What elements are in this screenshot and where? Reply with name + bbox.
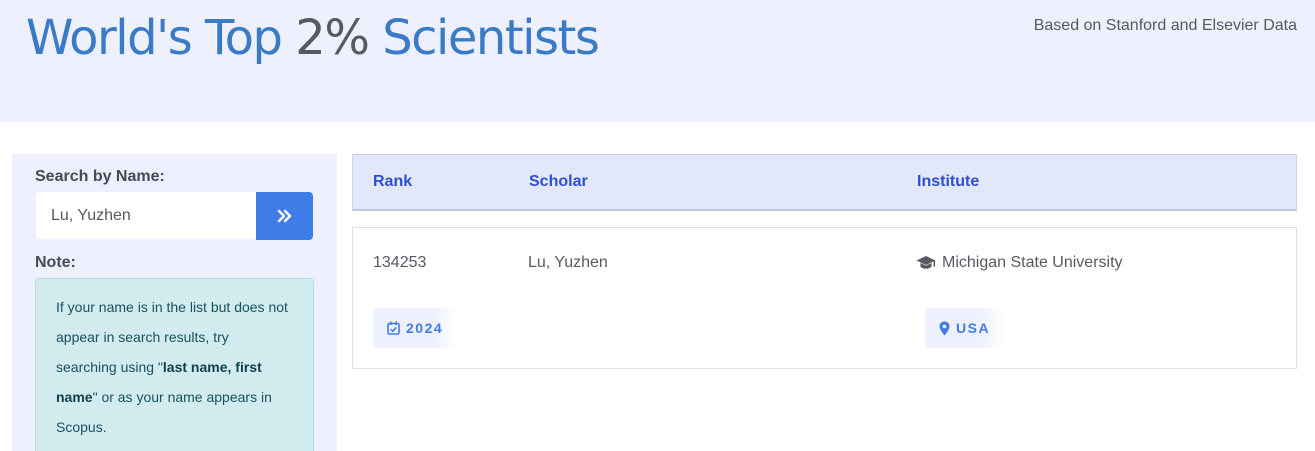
scholar-name-cell: Lu, Yuzhen (528, 254, 608, 271)
column-header-institute: Institute (917, 173, 980, 190)
country-badge: USA (925, 308, 1005, 348)
column-header-scholar: Scholar (529, 173, 588, 190)
note-box: If your name is in the list but does not… (35, 278, 314, 451)
site-title: World's Top 2% Scientists (26, 10, 600, 66)
title-accent: 2% (295, 10, 370, 66)
site-header: World's Top 2% Scientists Based on Stanf… (0, 0, 1315, 122)
table-row[interactable]: 134253 Lu, Yuzhen Michigan State Univers… (352, 227, 1297, 369)
title-part-1: World's Top (26, 10, 296, 66)
results-table-header: Rank Scholar Institute (352, 154, 1297, 211)
search-label: Search by Name: (35, 168, 165, 185)
site-tagline: Based on Stanford and Elsevier Data (1033, 17, 1297, 34)
title-part-2: Scientists (368, 10, 600, 66)
year-label: 2024 (406, 320, 444, 336)
institute-name: Michigan State University (942, 254, 1123, 271)
rank-cell: 134253 (373, 254, 427, 271)
graduation-cap-icon (916, 255, 936, 271)
country-label: USA (956, 320, 991, 336)
column-header-rank: Rank (373, 173, 413, 190)
institute-cell: Michigan State University (916, 254, 1123, 272)
calendar-check-icon (387, 321, 400, 335)
note-label: Note: (35, 254, 76, 271)
search-button[interactable] (256, 192, 313, 240)
map-marker-icon (939, 321, 950, 336)
search-input[interactable] (36, 192, 256, 239)
double-chevron-right-icon (277, 209, 293, 223)
year-badge: 2024 (373, 308, 458, 348)
search-sidebar: Search by Name: Note: If your name is in… (12, 154, 337, 451)
